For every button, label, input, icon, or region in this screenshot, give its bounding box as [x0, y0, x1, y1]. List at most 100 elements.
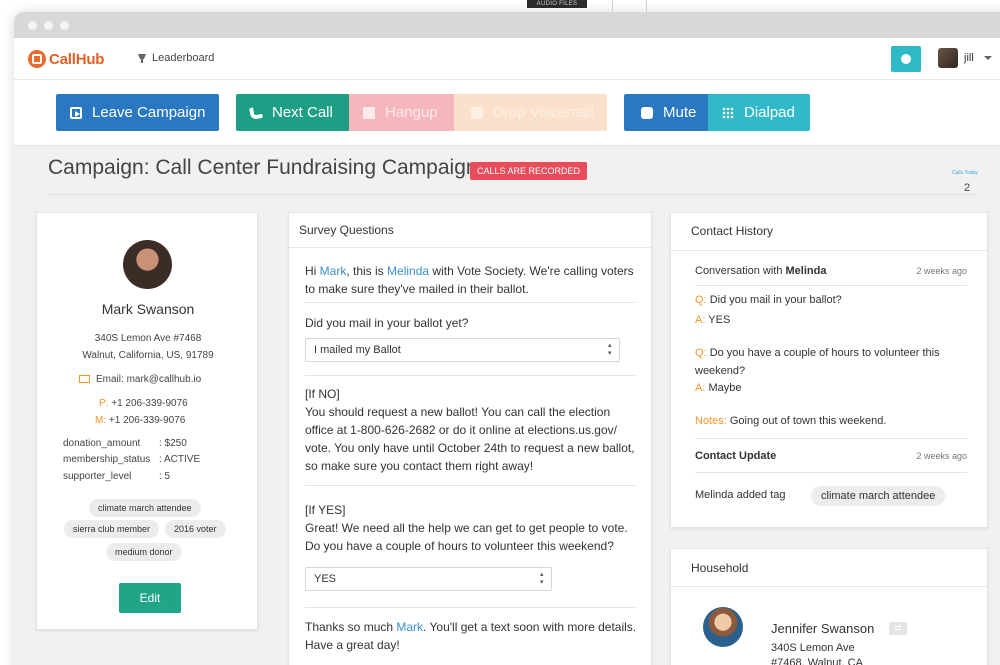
contact-mobile-row: M: +1 206-339-9076 [95, 415, 185, 426]
survey-question: Did you mail in your ballot yet? [305, 316, 469, 330]
window-zoom-dot[interactable] [60, 21, 69, 30]
survey-title: Survey Questions [289, 213, 651, 248]
if-no-label: [If NO] [305, 387, 340, 401]
contact-address-line1: 340S Lemon Ave #7468 [94, 333, 202, 344]
notes-text: Going out of town this weekend. [729, 415, 887, 427]
hangup-label: Hangup [385, 104, 438, 121]
user-avatar[interactable] [938, 48, 958, 68]
phone-label: P: [99, 398, 109, 409]
window-close-dot[interactable] [28, 21, 37, 30]
history-question: Q: Do you have a couple of hours to volu… [695, 344, 967, 380]
attribute-row: supporter_level: 5 [63, 471, 170, 482]
contact-email[interactable]: mark@callhub.io [127, 374, 202, 385]
sign-out-icon [70, 106, 82, 119]
contact-mobile[interactable]: +1 206-339-9076 [109, 415, 185, 426]
divider [305, 302, 635, 303]
window-titlebar [14, 12, 1000, 38]
next-call-label: Next Call [272, 104, 333, 121]
microphone-icon [471, 106, 483, 119]
drop-voicemail-button[interactable]: Drop Voicemail [454, 94, 607, 131]
trophy-icon [138, 53, 146, 63]
contact-update-header: Contact Update 2 weeks ago [695, 450, 967, 462]
household-address-line2: #7468, Walnut, CA [771, 657, 863, 665]
conversation-agent: Melinda [785, 265, 827, 277]
swap-contact-icon[interactable]: ⇄ [889, 622, 907, 635]
globe-icon [901, 54, 911, 64]
attribute-key: membership_status [63, 454, 151, 465]
leaderboard-label: Leaderboard [152, 52, 215, 64]
email-label: Email: [96, 374, 124, 385]
language-button[interactable] [891, 46, 921, 72]
leaderboard-link[interactable]: Leaderboard [138, 52, 214, 64]
contact-tag[interactable]: medium donor [106, 543, 182, 561]
divider [305, 485, 635, 486]
divider [695, 472, 967, 473]
callhub-logo[interactable]: CallHub [28, 50, 104, 68]
conversation-label: Conversation with [695, 265, 786, 277]
contact-tag[interactable]: sierra club member [64, 520, 160, 538]
calls-today-label: Calls Today [952, 170, 978, 176]
contact-name: Mark Swanson [101, 301, 195, 317]
contact-update-label: Contact Update [695, 450, 777, 462]
contact-email-row: Email: mark@callhub.io [79, 374, 201, 385]
if-no-script: You should request a new ballot! You can… [305, 405, 635, 473]
attribute-row: membership_status: ACTIVE [63, 454, 200, 465]
edit-contact-button[interactable]: Edit [119, 583, 181, 613]
leave-campaign-label: Leave Campaign [92, 104, 206, 121]
chevron-down-icon[interactable] [984, 56, 992, 60]
added-tag[interactable]: climate march attendee [811, 486, 946, 506]
volunteer-answer-select[interactable]: YES [305, 567, 552, 591]
attribute-key: donation_amount [63, 438, 141, 449]
household-card: Household Jennifer Swanson ⇄ 340S Lemon … [670, 548, 988, 665]
leave-campaign-button[interactable]: Leave Campaign [56, 94, 219, 131]
divider [695, 285, 967, 286]
brand-name: CallHub [49, 50, 105, 68]
app-window: CallHub Leaderboard jill Leave Campaign … [14, 12, 1000, 665]
contact-phone[interactable]: +1 206-339-9076 [111, 398, 187, 409]
contact-name-token: Mark [319, 264, 347, 278]
household-member-name[interactable]: Jennifer Swanson [771, 621, 874, 636]
divider [305, 375, 635, 376]
intro-text: , this is [346, 264, 388, 278]
dialpad-button[interactable]: Dialpad [708, 94, 810, 131]
household-address-line1: 340S Lemon Ave [771, 642, 855, 654]
window-minimize-dot[interactable] [44, 21, 53, 30]
mute-button[interactable]: Mute [624, 94, 708, 131]
audio-files-tab[interactable]: AUDIO FILES [527, 0, 587, 8]
title-divider [48, 194, 978, 195]
top-navbar: CallHub Leaderboard jill [14, 38, 1000, 80]
history-question: Q: Did you mail in your ballot? [695, 294, 967, 306]
hangup-button[interactable]: Hangup [349, 94, 454, 131]
question-text: Did you mail in your ballot? [709, 294, 842, 306]
contact-card: Mark Swanson 340S Lemon Ave #7468 Walnut… [36, 212, 258, 630]
question-prefix: Q: [695, 347, 707, 359]
next-call-button[interactable]: Next Call [236, 94, 349, 131]
contact-update-time: 2 weeks ago [916, 451, 967, 461]
user-name[interactable]: jill [964, 52, 974, 64]
question-prefix: Q: [695, 294, 707, 306]
calls-today-count: 2 [964, 182, 971, 194]
closing-text: Thanks so much [305, 620, 397, 634]
dialpad-label: Dialpad [744, 104, 795, 121]
history-answer: A: Maybe [695, 382, 967, 394]
conversation-header: Conversation with Melinda 2 weeks ago [695, 265, 967, 277]
divider [646, 0, 647, 12]
if-yes-label: [If YES] [305, 503, 346, 517]
contact-history-title: Contact History [671, 213, 987, 251]
answer-prefix: A: [695, 314, 706, 326]
calls-recorded-badge: CALLS ARE RECORDED [470, 162, 588, 180]
survey-card: Survey Questions Hi Mark, this is Melind… [288, 212, 652, 665]
divider [695, 438, 967, 439]
question-text: Do you have a couple of hours to volunte… [695, 347, 940, 377]
contact-phone-row: P: +1 206-339-9076 [99, 398, 188, 409]
drop-voicemail-label: Drop Voicemail [493, 104, 594, 121]
campaign-title: Campaign: Call Center Fundraising Campai… [48, 156, 478, 179]
contact-avatar [123, 240, 172, 289]
ballot-answer-select[interactable]: I mailed my Ballot [305, 338, 620, 362]
stop-icon [363, 106, 375, 119]
contact-tag[interactable]: climate march attendee [89, 499, 201, 517]
agent-name-token: Melinda [387, 264, 430, 278]
contact-tag[interactable]: 2016 voter [165, 520, 226, 538]
household-title: Household [671, 549, 987, 587]
answer-text: YES [708, 314, 731, 326]
